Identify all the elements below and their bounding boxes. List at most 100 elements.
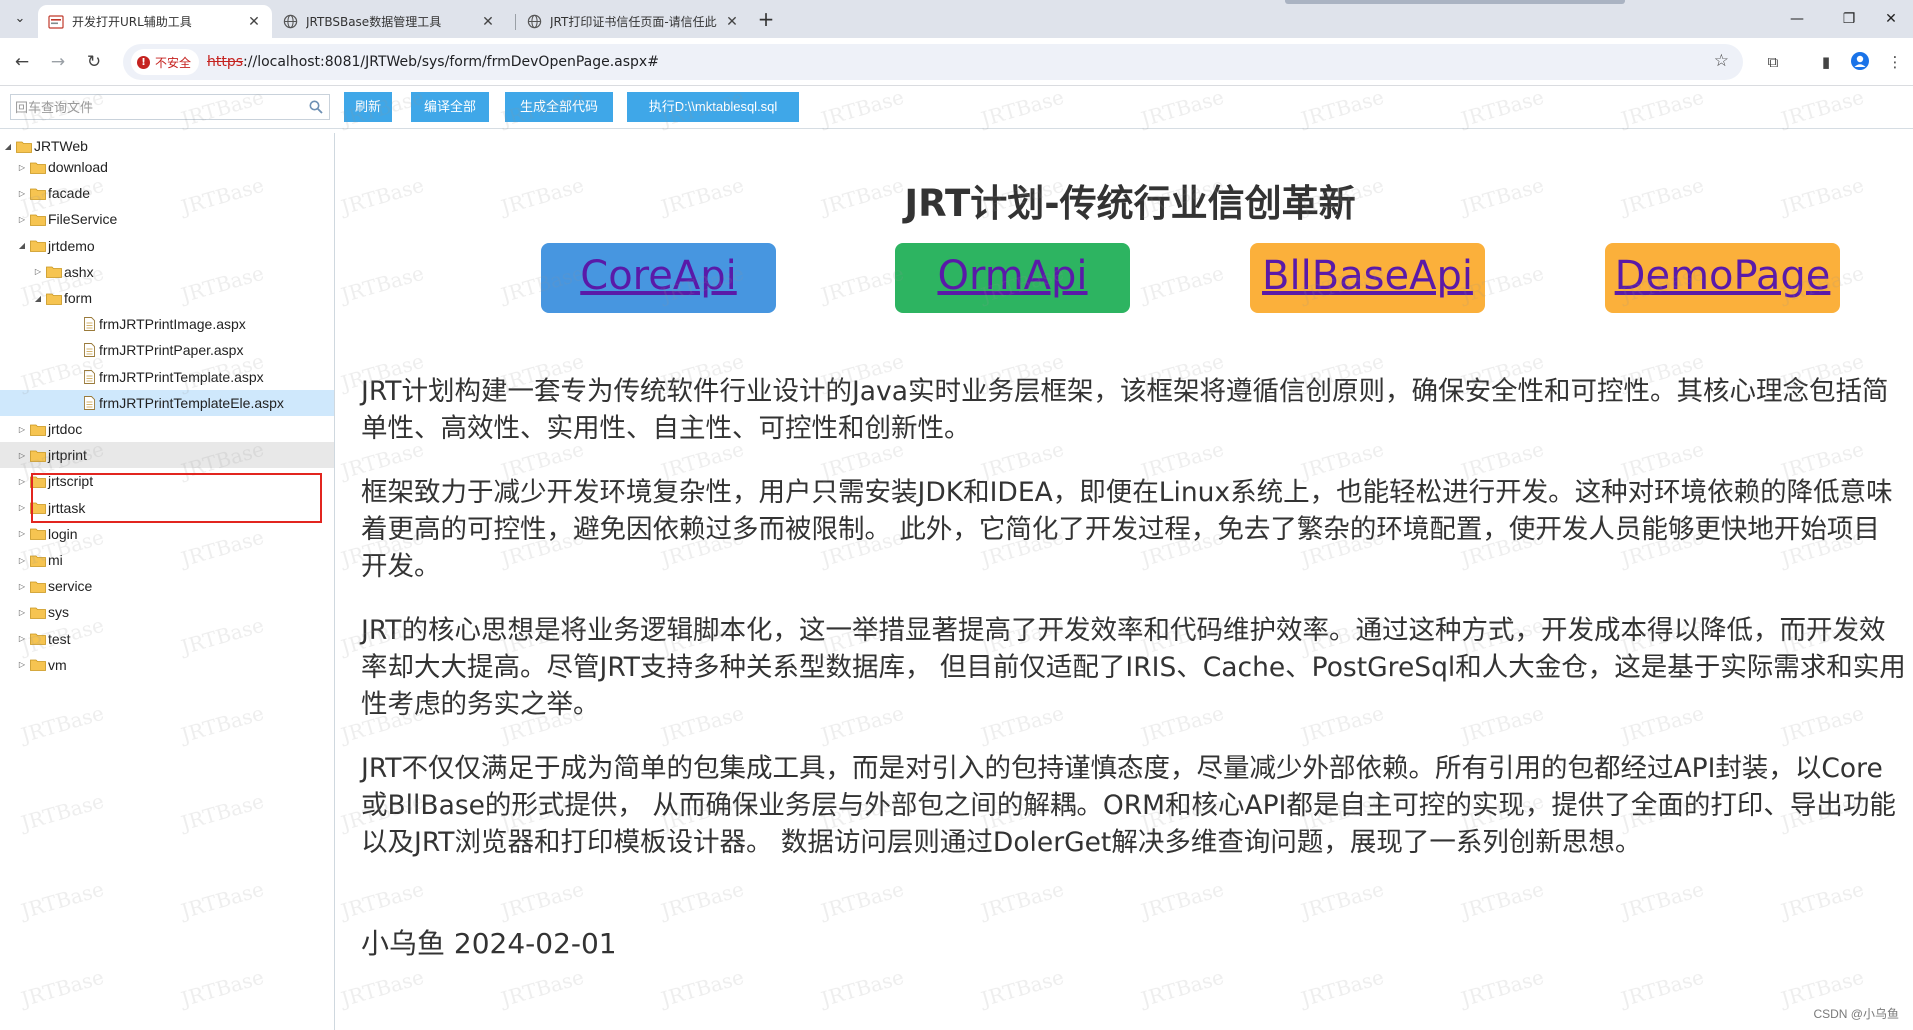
tree-folder-item[interactable]: ▷ mi <box>0 547 334 573</box>
tab-close-icon[interactable]: ✕ <box>480 14 496 30</box>
folder-icon <box>30 633 46 645</box>
tab-title: JRTBSBase数据管理工具 <box>306 15 442 29</box>
collapsed-triangle-icon[interactable]: ▷ <box>16 503 28 512</box>
collapsed-triangle-icon[interactable]: ▷ <box>16 425 28 434</box>
tab-close-icon[interactable]: ✕ <box>246 14 262 30</box>
expanded-triangle-icon[interactable]: ◢ <box>32 294 44 303</box>
url-text[interactable]: https://localhost:8081/JRTWeb/sys/form/f… <box>207 54 659 70</box>
folder-icon <box>30 555 46 567</box>
collapsed-triangle-icon[interactable]: ▷ <box>16 215 28 224</box>
tree-folder-item[interactable]: ◢ form <box>0 285 334 311</box>
not-secure-chip[interactable]: ! 不安全 <box>131 49 200 75</box>
expanded-triangle-icon[interactable]: ◢ <box>16 241 28 250</box>
folder-icon <box>30 188 46 200</box>
paragraph-dependencies: JRT不仅仅满足于成为简单的包集成工具，而是对引入的包持谨慎态度，尽量减少外部依… <box>361 753 1896 858</box>
not-secure-label: 不安全 <box>155 55 192 70</box>
demopage-link-button[interactable]: DemoPage <box>1605 243 1840 313</box>
collapsed-triangle-icon[interactable]: ▷ <box>16 163 28 172</box>
tab-close-icon[interactable]: ✕ <box>724 14 740 30</box>
tree-folder-item[interactable]: ▷ facade <box>0 180 334 206</box>
generate-all-code-button[interactable]: 生成全部代码 <box>505 92 613 122</box>
bookmark-star-icon[interactable]: ☆ <box>1714 51 1729 71</box>
tree-file-item[interactable]: frmJRTPrintPaper.aspx <box>0 337 334 363</box>
tree-folder-item[interactable]: ▷ vm <box>0 652 334 678</box>
collapsed-triangle-icon[interactable]: ▷ <box>16 529 28 538</box>
url-scheme: https <box>207 54 244 70</box>
author-signature: 小乌鱼 2024-02-01 <box>361 927 617 960</box>
tree-folder-item[interactable]: ▷ sys <box>0 599 334 625</box>
tab-title: 开发打开URL辅助工具 <box>72 15 192 29</box>
tab-title: JRT打印证书信任页面-请信任此 <box>550 15 717 29</box>
tree-folder-item[interactable]: ▷ service <box>0 573 334 599</box>
collapsed-triangle-icon[interactable]: ▷ <box>32 267 44 276</box>
file-search-box[interactable] <box>10 94 330 120</box>
address-bar[interactable]: ! 不安全 https://localhost:8081/JRTWeb/sys/… <box>123 44 1743 80</box>
file-tree-panel: ◢ JRTWeb ▷ download ▷ facade ▷ FileService ◢ jr… <box>0 133 335 1030</box>
file-search-input[interactable] <box>11 95 291 119</box>
tree-folder-item[interactable]: ▷ jrtprint <box>0 442 334 469</box>
tree-folder-item[interactable]: ▷ login <box>0 521 334 547</box>
folder-icon <box>30 162 46 174</box>
tree-node-label: frmJRTPrintTemplateEle.aspx <box>99 394 284 411</box>
web-page: 刷新 编译全部 生成全部代码 执行D:\\mktablesql.sql ◢ JR… <box>0 86 1913 1030</box>
highlight-annotation-box <box>31 473 322 523</box>
tree-node-label: service <box>48 578 93 595</box>
new-tab-button[interactable]: + <box>754 8 778 32</box>
folder-icon <box>30 214 46 226</box>
tree-folder-item[interactable]: ▷ ashx <box>0 259 334 285</box>
tree-file-item[interactable]: frmJRTPrintTemplateEle.aspx <box>0 389 334 416</box>
tree-folder-item[interactable]: ▷ jrtdoc <box>0 416 334 442</box>
collapsed-triangle-icon[interactable]: ▷ <box>16 451 28 460</box>
folder-icon <box>30 450 46 462</box>
tree-node-label: sys <box>48 604 69 621</box>
folder-icon <box>30 528 46 541</box>
collapsed-triangle-icon[interactable]: ▷ <box>16 477 28 486</box>
browser-tab-cert[interactable]: JRT打印证书信任页面-请信任此 ✕ <box>516 5 750 38</box>
refresh-button[interactable]: 刷新 <box>344 92 392 122</box>
window-close-button[interactable]: ✕ <box>1869 6 1913 32</box>
more-menu-icon[interactable]: ⋮ <box>1884 51 1906 73</box>
ormapi-link-button[interactable]: OrmApi <box>895 243 1130 313</box>
execute-sql-button[interactable]: 执行D:\\mktablesql.sql <box>627 92 799 122</box>
tree-folder-item[interactable]: ▷ download <box>0 154 334 180</box>
folder-icon <box>30 607 46 619</box>
tree-node-label: jrtdoc <box>48 421 83 437</box>
forward-arrow-icon[interactable]: → <box>46 50 70 74</box>
expanded-triangle-icon[interactable]: ◢ <box>2 142 14 151</box>
collapsed-triangle-icon[interactable]: ▷ <box>16 189 28 198</box>
browser-tab-bsbase[interactable]: JRTBSBase数据管理工具 ✕ <box>272 5 506 38</box>
page-favicon-icon <box>48 14 64 30</box>
side-panel-icon[interactable]: ▮ <box>1815 51 1837 73</box>
collapsed-triangle-icon[interactable]: ▷ <box>16 582 28 591</box>
back-arrow-icon[interactable]: ← <box>10 50 34 74</box>
paragraph-intro: JRT计划构建一套专为传统软件行业设计的Java实时业务层框架，该框架将遵循信创… <box>361 376 1889 444</box>
collapsed-triangle-icon[interactable]: ▷ <box>16 608 28 617</box>
tree-file-item[interactable]: frmJRTPrintImage.aspx <box>0 311 334 337</box>
profile-avatar-icon[interactable] <box>1849 51 1871 73</box>
extensions-puzzle-icon[interactable]: ⧉ <box>1762 51 1784 73</box>
collapsed-triangle-icon[interactable]: ▷ <box>16 634 28 643</box>
tree-folder-item[interactable]: ▷ test <box>0 626 334 652</box>
minimize-button[interactable]: — <box>1775 6 1819 32</box>
tree-file-item[interactable]: frmJRTPrintTemplate.aspx <box>0 364 334 390</box>
tab-search-button[interactable]: ⌄ <box>8 8 32 30</box>
csdn-credit: CSDN @小乌鱼 <box>1813 1007 1899 1021</box>
page-title: JRT计划-传统行业信创革新 <box>904 182 1356 225</box>
paragraph-core-idea: JRT的核心思想是将业务逻辑脚本化，这一举措显著提高了开发效率和代码维护效率。通… <box>361 615 1906 720</box>
tree-node-label: ashx <box>64 263 94 280</box>
browser-toolbar: ← → ↻ ! 不安全 https://localhost:8081/JRTWe… <box>0 38 1913 86</box>
tree-folder-item[interactable]: ▷ FileService <box>0 206 334 232</box>
bllbaseapi-link-button[interactable]: BllBaseApi <box>1250 243 1485 313</box>
tree-folder-item[interactable]: ◢ jrtdemo <box>0 233 334 259</box>
compile-all-button[interactable]: 编译全部 <box>411 92 489 122</box>
folder-open-icon <box>16 141 32 153</box>
collapsed-triangle-icon[interactable]: ▷ <box>16 556 28 565</box>
restore-button[interactable]: ❐ <box>1827 6 1871 32</box>
collapsed-triangle-icon[interactable]: ▷ <box>16 660 28 669</box>
search-icon[interactable] <box>308 99 324 115</box>
coreapi-link-button[interactable]: CoreApi <box>541 243 776 313</box>
url-rest: ://localhost:8081/JRTWeb/sys/form/frmDev… <box>243 54 659 70</box>
tree-node-label: download <box>48 159 108 175</box>
browser-tab-dev-tool[interactable]: 开发打开URL辅助工具 ✕ <box>38 5 272 38</box>
reload-icon[interactable]: ↻ <box>82 50 106 74</box>
